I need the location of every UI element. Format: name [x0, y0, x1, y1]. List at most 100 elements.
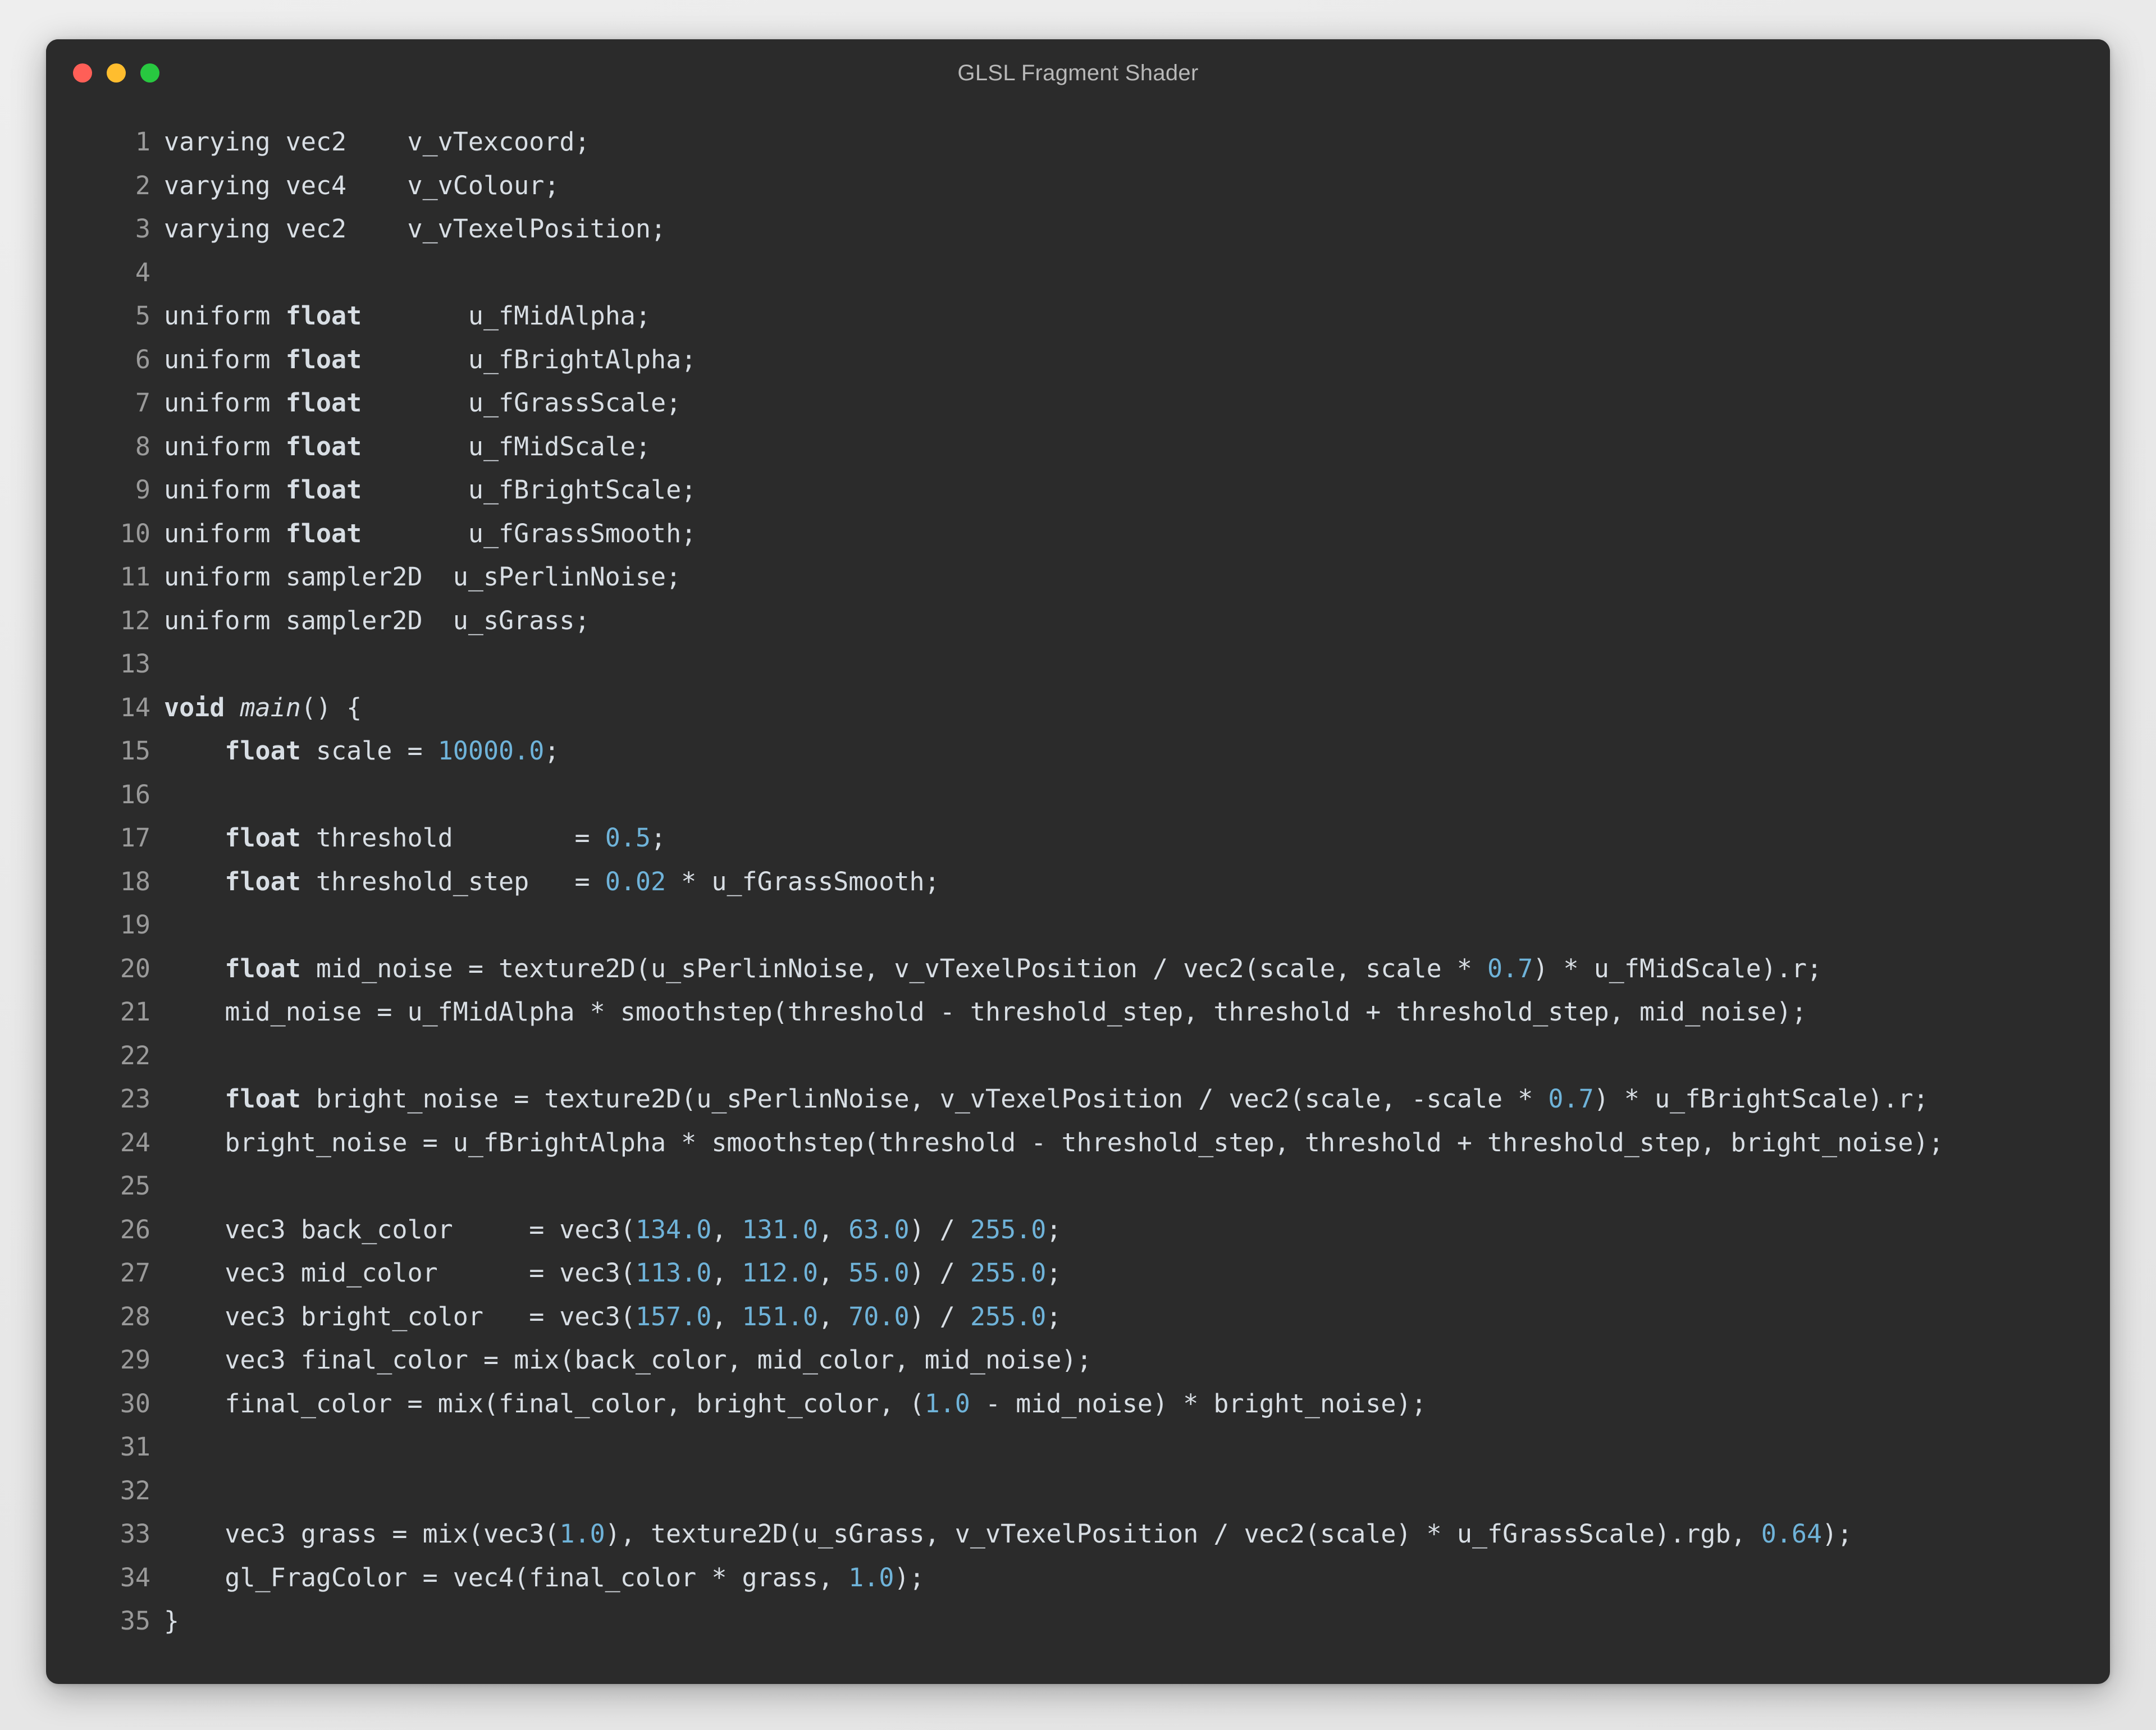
code-token: 1.0 — [559, 1519, 605, 1549]
code-token: varying vec2 v_vTexcoord; — [164, 127, 590, 157]
code-line[interactable]: 31 — [46, 1425, 2110, 1469]
code-token: mid_noise = u_fMidAlpha * smoothstep(thr… — [164, 997, 1807, 1027]
code-line[interactable]: 24 bright_noise = u_fBrightAlpha * smoot… — [46, 1121, 2110, 1165]
code-line-text: float threshold = 0.5; — [164, 816, 2110, 860]
code-token — [164, 867, 225, 896]
line-number: 29 — [46, 1338, 164, 1382]
code-line[interactable]: 20 float mid_noise = texture2D(u_sPerlin… — [46, 947, 2110, 991]
code-line[interactable]: 28 vec3 bright_color = vec3(157.0, 151.0… — [46, 1295, 2110, 1339]
code-line[interactable]: 14void main() { — [46, 686, 2110, 730]
code-token: main — [240, 693, 300, 722]
code-line[interactable]: 1varying vec2 v_vTexcoord; — [46, 120, 2110, 164]
code-line-text: float scale = 10000.0; — [164, 729, 2110, 773]
line-number: 16 — [46, 773, 164, 817]
code-line[interactable]: 4 — [46, 251, 2110, 295]
code-line-text: uniform sampler2D u_sPerlinNoise; — [164, 555, 2110, 599]
code-line[interactable]: 34 gl_FragColor = vec4(final_color * gra… — [46, 1556, 2110, 1600]
code-token — [164, 1084, 225, 1114]
code-line[interactable]: 19 — [46, 903, 2110, 947]
line-number: 4 — [46, 251, 164, 295]
code-token: ), texture2D(u_sGrass, v_vTexelPosition … — [605, 1519, 1761, 1549]
line-number: 28 — [46, 1295, 164, 1339]
code-line[interactable]: 5uniform float u_fMidAlpha; — [46, 294, 2110, 338]
code-line[interactable]: 8uniform float u_fMidScale; — [46, 425, 2110, 469]
line-number: 10 — [46, 512, 164, 556]
code-line[interactable]: 21 mid_noise = u_fMidAlpha * smoothstep(… — [46, 990, 2110, 1034]
code-token: float — [286, 345, 362, 374]
line-number: 31 — [46, 1425, 164, 1469]
code-token: 112.0 — [742, 1258, 818, 1288]
code-token: () { — [301, 693, 362, 722]
code-line[interactable]: 32 — [46, 1469, 2110, 1513]
code-line[interactable]: 23 float bright_noise = texture2D(u_sPer… — [46, 1077, 2110, 1121]
line-number: 20 — [46, 947, 164, 991]
code-editor-content[interactable]: 1varying vec2 v_vTexcoord;2varying vec4 … — [46, 107, 2110, 1684]
close-button[interactable] — [73, 63, 92, 83]
code-line[interactable]: 7uniform float u_fGrassScale; — [46, 381, 2110, 425]
code-line[interactable]: 26 vec3 back_color = vec3(134.0, 131.0, … — [46, 1208, 2110, 1252]
code-token: ) / — [910, 1302, 970, 1331]
code-token: ); — [894, 1563, 924, 1592]
code-token: uniform — [164, 345, 286, 374]
code-line[interactable]: 3varying vec2 v_vTexelPosition; — [46, 207, 2110, 251]
code-line[interactable]: 29 vec3 final_color = mix(back_color, mi… — [46, 1338, 2110, 1382]
code-line-text: } — [164, 1599, 2110, 1643]
code-token: float — [225, 1084, 300, 1114]
code-token: 10000.0 — [438, 736, 545, 766]
code-line[interactable]: 15 float scale = 10000.0; — [46, 729, 2110, 773]
code-token: varying vec2 v_vTexelPosition; — [164, 214, 666, 244]
code-line[interactable]: 33 vec3 grass = mix(vec3(1.0), texture2D… — [46, 1512, 2110, 1556]
code-line-text: vec3 bright_color = vec3(157.0, 151.0, 7… — [164, 1295, 2110, 1339]
code-line[interactable]: 9uniform float u_fBrightScale; — [46, 468, 2110, 512]
code-token: } — [164, 1606, 179, 1636]
line-number: 1 — [46, 120, 164, 164]
code-line-text: vec3 mid_color = vec3(113.0, 112.0, 55.0… — [164, 1251, 2110, 1295]
code-token: , — [711, 1258, 742, 1288]
minimize-button[interactable] — [107, 63, 126, 83]
code-token: threshold_step = — [301, 867, 605, 896]
line-number: 14 — [46, 686, 164, 730]
code-line-text: float bright_noise = texture2D(u_sPerlin… — [164, 1077, 2110, 1121]
code-token: vec3 back_color = vec3( — [164, 1215, 636, 1244]
code-line-text: void main() { — [164, 686, 2110, 730]
code-token: vec3 bright_color = vec3( — [164, 1302, 636, 1331]
code-line[interactable]: 6uniform float u_fBrightAlpha; — [46, 338, 2110, 382]
code-token: 0.7 — [1548, 1084, 1593, 1114]
code-line[interactable]: 13 — [46, 642, 2110, 686]
code-line[interactable]: 27 vec3 mid_color = vec3(113.0, 112.0, 5… — [46, 1251, 2110, 1295]
code-line[interactable]: 12uniform sampler2D u_sGrass; — [46, 599, 2110, 643]
line-number: 9 — [46, 468, 164, 512]
code-line[interactable]: 17 float threshold = 0.5; — [46, 816, 2110, 860]
code-line[interactable]: 35} — [46, 1599, 2110, 1643]
code-token: ) * u_fBrightScale).r; — [1594, 1084, 1929, 1114]
code-token: 1.0 — [848, 1563, 894, 1592]
code-line-text: bright_noise = u_fBrightAlpha * smoothst… — [164, 1121, 2110, 1165]
code-line[interactable]: 22 — [46, 1034, 2110, 1078]
code-line[interactable]: 25 — [46, 1164, 2110, 1208]
line-number: 33 — [46, 1512, 164, 1556]
line-number: 17 — [46, 816, 164, 860]
code-token: float — [286, 432, 362, 461]
code-line-text: uniform float u_fGrassScale; — [164, 381, 2110, 425]
maximize-button[interactable] — [140, 63, 159, 83]
code-token: u_fGrassScale; — [362, 388, 681, 418]
code-token: vec3 mid_color = vec3( — [164, 1258, 636, 1288]
code-line[interactable]: 18 float threshold_step = 0.02 * u_fGras… — [46, 860, 2110, 904]
code-line-text: final_color = mix(final_color, bright_co… — [164, 1382, 2110, 1426]
code-line[interactable]: 2varying vec4 v_vColour; — [46, 164, 2110, 208]
code-token: vec3 grass = mix(vec3( — [164, 1519, 559, 1549]
code-line[interactable]: 30 final_color = mix(final_color, bright… — [46, 1382, 2110, 1426]
code-line-text: vec3 final_color = mix(back_color, mid_c… — [164, 1338, 2110, 1382]
code-line-text: uniform float u_fMidAlpha; — [164, 294, 2110, 338]
code-line-text: float threshold_step = 0.02 * u_fGrassSm… — [164, 860, 2110, 904]
code-line[interactable]: 11uniform sampler2D u_sPerlinNoise; — [46, 555, 2110, 599]
code-line-text: varying vec2 v_vTexcoord; — [164, 120, 2110, 164]
code-token: 63.0 — [848, 1215, 909, 1244]
window-titlebar[interactable]: GLSL Fragment Shader — [46, 39, 2110, 107]
code-token: 0.5 — [605, 823, 651, 853]
code-token: ; — [651, 823, 666, 853]
code-line[interactable]: 16 — [46, 773, 2110, 817]
code-token: uniform — [164, 432, 286, 461]
line-number: 24 — [46, 1121, 164, 1165]
code-line[interactable]: 10uniform float u_fGrassSmooth; — [46, 512, 2110, 556]
